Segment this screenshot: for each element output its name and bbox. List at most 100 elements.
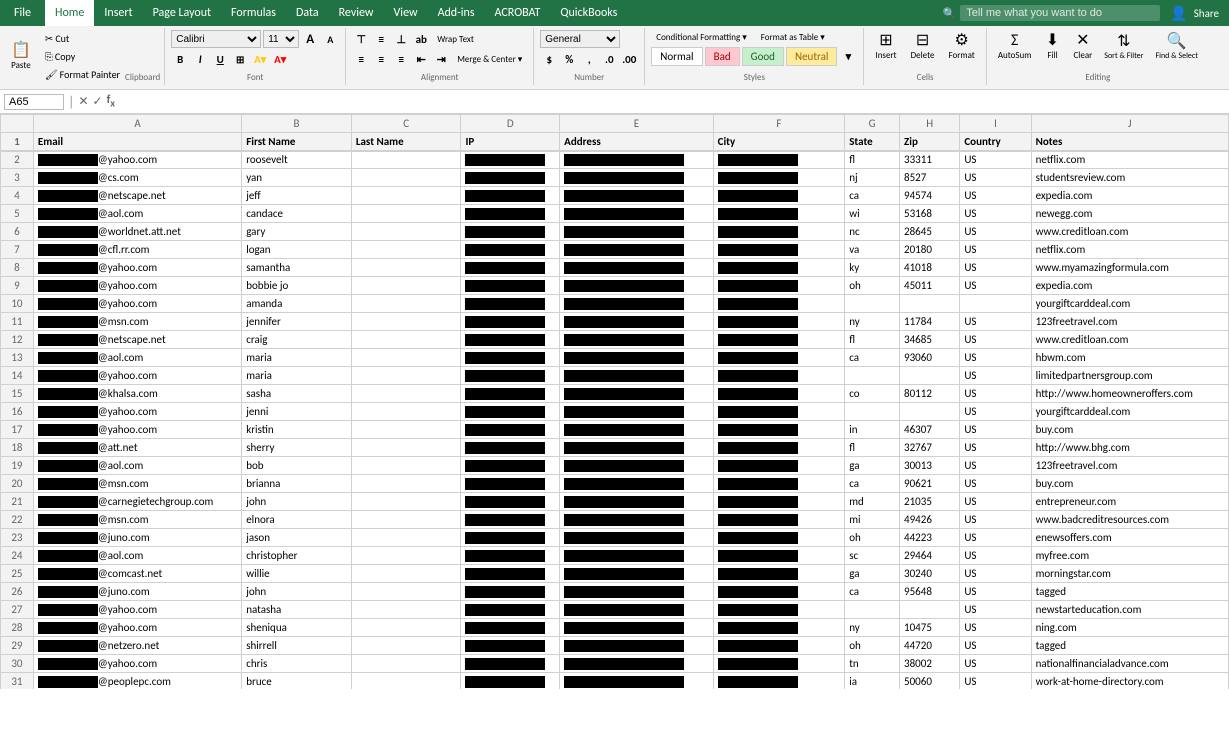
cell-city-30[interactable] (713, 655, 845, 673)
cell-lastname-24[interactable] (351, 547, 461, 565)
cell-lastname-17[interactable] (351, 421, 461, 439)
cell-country-3[interactable]: US (960, 169, 1031, 187)
cell-state-19[interactable]: ga (845, 457, 900, 475)
cell-zip-27[interactable] (900, 601, 960, 619)
center-align-btn[interactable]: ≡ (372, 50, 390, 68)
cell-ip-31[interactable] (461, 673, 560, 690)
cell-notes-19[interactable]: 123freetravel.com (1031, 457, 1228, 475)
cell-email-6[interactable]: @worldnet.att.net (33, 223, 241, 241)
cell-email-10[interactable]: @yahoo.com (33, 295, 241, 313)
cell-firstname-18[interactable]: sherry (242, 439, 352, 457)
cell-notes-30[interactable]: nationalfinancialadvance.com (1031, 655, 1228, 673)
table-row[interactable]: 30 @yahoo.comchris tn38002USnationalfina… (1, 655, 1229, 673)
cell-city-23[interactable] (713, 529, 845, 547)
fill-btn[interactable]: ⬇ Fill (1038, 30, 1066, 64)
cell-lastname-25[interactable] (351, 565, 461, 583)
cell-city-16[interactable] (713, 403, 845, 421)
cell-address-6[interactable] (560, 223, 714, 241)
cell-country-25[interactable]: US (960, 565, 1031, 583)
cell-notes-8[interactable]: www.myamazingformula.com (1031, 259, 1228, 277)
cell-ip-4[interactable] (461, 187, 560, 205)
cell-zip-9[interactable]: 45011 (900, 277, 960, 295)
cell-state-8[interactable]: ky (845, 259, 900, 277)
cell-city-22[interactable] (713, 511, 845, 529)
table-row[interactable]: 26 @juno.comjohn ca95648UStagged (1, 583, 1229, 601)
cell-ip-14[interactable] (461, 367, 560, 385)
cell-zip-2[interactable]: 33311 (900, 151, 960, 169)
cell-address-24[interactable] (560, 547, 714, 565)
number-format-select[interactable]: General (540, 30, 620, 48)
cell-zip-21[interactable]: 21035 (900, 493, 960, 511)
cell-notes-27[interactable]: newstarteducation.com (1031, 601, 1228, 619)
table-row[interactable]: 9 @yahoo.combobbie jo oh45011USexpedia.c… (1, 277, 1229, 295)
cell-ip-20[interactable] (461, 475, 560, 493)
cell-email-4[interactable]: @netscape.net (33, 187, 241, 205)
cell-firstname-25[interactable]: willie (242, 565, 352, 583)
fill-color-button[interactable]: A▾ (251, 50, 269, 68)
cell-firstname-20[interactable]: brianna (242, 475, 352, 493)
addins-menu[interactable]: Add-ins (428, 0, 485, 26)
cell-firstname-7[interactable]: logan (242, 241, 352, 259)
cell-address-4[interactable] (560, 187, 714, 205)
confirm-formula-icon[interactable]: ✓ (93, 94, 103, 109)
cell-zip-5[interactable]: 53168 (900, 205, 960, 223)
cell-country-14[interactable]: US (960, 367, 1031, 385)
cell-firstname-14[interactable]: maria (242, 367, 352, 385)
cell-ip-19[interactable] (461, 457, 560, 475)
cell-country-5[interactable]: US (960, 205, 1031, 223)
cell-lastname-26[interactable] (351, 583, 461, 601)
cell-zip-18[interactable]: 32767 (900, 439, 960, 457)
cell-city-4[interactable] (713, 187, 845, 205)
cell-state-12[interactable]: fl (845, 331, 900, 349)
cell-state-15[interactable]: co (845, 385, 900, 403)
cell-state-2[interactable]: fl (845, 151, 900, 169)
cell-address-12[interactable] (560, 331, 714, 349)
cell-lastname-23[interactable] (351, 529, 461, 547)
cell-firstname-19[interactable]: bob (242, 457, 352, 475)
cell-country-12[interactable]: US (960, 331, 1031, 349)
cell-notes-11[interactable]: 123freetravel.com (1031, 313, 1228, 331)
middle-align-btn[interactable]: ≡ (372, 30, 390, 48)
cell-city-25[interactable] (713, 565, 845, 583)
col-header-A[interactable]: A (33, 115, 241, 133)
cell-email-24[interactable]: @aol.com (33, 547, 241, 565)
cell-state-31[interactable]: ia (845, 673, 900, 690)
cell-state-9[interactable]: oh (845, 277, 900, 295)
cell-email-25[interactable]: @comcast.net (33, 565, 241, 583)
cell-ip-2[interactable] (461, 151, 560, 169)
increase-decimal-btn[interactable]: .0 (600, 50, 618, 68)
increase-font-btn[interactable]: A (301, 30, 319, 48)
cell-city-12[interactable] (713, 331, 845, 349)
table-row[interactable]: 6 @worldnet.att.netgary nc28645USwww.cre… (1, 223, 1229, 241)
cell-city-24[interactable] (713, 547, 845, 565)
header-ip[interactable]: IP (461, 133, 560, 151)
cell-state-21[interactable]: md (845, 493, 900, 511)
cell-zip-31[interactable]: 50060 (900, 673, 960, 690)
cell-address-8[interactable] (560, 259, 714, 277)
cell-address-31[interactable] (560, 673, 714, 690)
cell-email-29[interactable]: @netzero.net (33, 637, 241, 655)
cell-notes-31[interactable]: work-at-home-directory.com (1031, 673, 1228, 690)
cell-address-9[interactable] (560, 277, 714, 295)
cell-ip-18[interactable] (461, 439, 560, 457)
top-align-btn[interactable]: ⊤ (352, 30, 370, 48)
cell-lastname-10[interactable] (351, 295, 461, 313)
insert-btn[interactable]: ⊞ Insert (870, 30, 901, 64)
cell-firstname-23[interactable]: jason (242, 529, 352, 547)
table-row[interactable]: 23 @juno.comjason oh44223USenewsoffers.c… (1, 529, 1229, 547)
cell-lastname-27[interactable] (351, 601, 461, 619)
cell-firstname-30[interactable]: chris (242, 655, 352, 673)
decrease-decimal-btn[interactable]: .00 (620, 50, 638, 68)
cell-city-28[interactable] (713, 619, 845, 637)
decrease-font-btn[interactable]: A (321, 30, 339, 48)
sort-filter-btn[interactable]: ⇅ Sort & Filter (1099, 30, 1148, 64)
percent-btn[interactable]: % (560, 50, 578, 68)
cell-address-23[interactable] (560, 529, 714, 547)
cell-country-10[interactable] (960, 295, 1031, 313)
review-menu[interactable]: Review (329, 0, 384, 26)
file-menu[interactable]: File (0, 0, 45, 26)
cell-country-23[interactable]: US (960, 529, 1031, 547)
home-menu[interactable]: Home (45, 0, 94, 26)
decrease-indent-btn[interactable]: ⇤ (412, 50, 430, 68)
cell-email-11[interactable]: @msn.com (33, 313, 241, 331)
